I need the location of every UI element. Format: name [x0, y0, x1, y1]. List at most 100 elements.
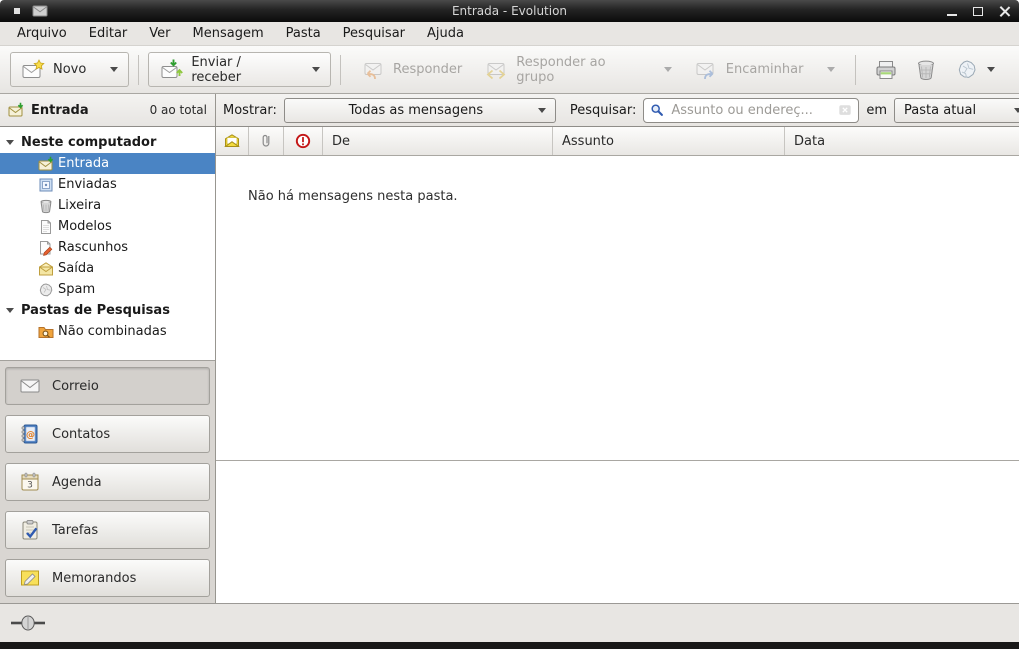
send-receive-button[interactable]: Enviar / receber [148, 52, 331, 87]
sidebar-item-rascunhos[interactable]: Rascunhos [0, 237, 215, 258]
print-icon [874, 58, 898, 82]
bottom-strip [0, 642, 1019, 649]
scope-conjunction-label: em [866, 103, 887, 118]
column-read-status[interactable] [216, 127, 249, 155]
search-input[interactable] [669, 102, 833, 119]
sidebar-item-label: Lixeira [58, 198, 101, 213]
send-receive-dropdown-icon[interactable] [312, 67, 320, 72]
junk-button[interactable] [949, 52, 984, 87]
sidebar-item-entrada[interactable]: Entrada [0, 153, 215, 174]
forward-label: Encaminhar [726, 62, 804, 77]
search-icon[interactable] [650, 103, 664, 117]
preview-pane [216, 461, 1019, 603]
attachment-icon [258, 133, 274, 149]
show-filter-value: Todas as mensagens [294, 103, 538, 118]
sidebar-item-saida[interactable]: Saída [0, 258, 215, 279]
sidebar-item-label: Saída [58, 261, 94, 276]
send-receive-label: Enviar / receber [191, 55, 288, 85]
search-scope-value: Pasta atual [904, 103, 1014, 118]
new-button-label: Novo [53, 62, 86, 77]
priority-icon [295, 133, 311, 149]
statusbar [0, 603, 1019, 642]
new-dropdown-icon[interactable] [110, 67, 118, 72]
switcher-tarefas-button[interactable]: Tarefas [5, 511, 210, 549]
forward-button[interactable]: Encaminhar [683, 52, 847, 87]
new-mail-icon [21, 58, 45, 82]
tasks-icon [19, 519, 41, 541]
tree-group-this-computer[interactable]: Neste computador [0, 132, 215, 153]
maximize-button[interactable] [971, 4, 985, 18]
sidebar-item-label: Entrada [58, 156, 109, 171]
message-list-header: De Assunto Data [216, 127, 1019, 156]
menu-pesquisar[interactable]: Pesquisar [332, 24, 416, 43]
reply-group-dropdown-icon[interactable] [664, 67, 672, 72]
sidebar-item-label: Não combinadas [58, 324, 167, 339]
new-button[interactable]: Novo [10, 52, 129, 87]
message-list-body[interactable]: Não há mensagens nesta pasta. [216, 156, 1019, 460]
window-menu-dot[interactable] [14, 8, 20, 14]
tree-group-label: Neste computador [21, 135, 156, 150]
svg-text:3: 3 [27, 481, 33, 491]
switcher-label: Agenda [52, 475, 102, 490]
column-subject[interactable]: Assunto [553, 127, 785, 155]
chevron-down-icon [1014, 108, 1019, 113]
templates-icon [38, 219, 54, 235]
current-folder-header: Entrada 0 ao total [0, 94, 216, 126]
sidebar-item-label: Spam [58, 282, 95, 297]
column-priority[interactable] [284, 127, 323, 155]
expander-icon[interactable] [6, 308, 14, 313]
tree-group-label: Pastas de Pesquisas [21, 303, 170, 318]
sidebar-item-lixeira[interactable]: Lixeira [0, 195, 215, 216]
switcher-memorandos-button[interactable]: Memorandos [5, 559, 210, 597]
memos-icon [19, 567, 41, 589]
contacts-icon: @ [19, 423, 41, 445]
empty-folder-message: Não há mensagens nesta pasta. [216, 156, 1019, 204]
sidebar-item-modelos[interactable]: Modelos [0, 216, 215, 237]
message-list-pane: De Assunto Data Não há mensagens nesta p… [216, 127, 1019, 603]
menu-pasta[interactable]: Pasta [275, 24, 332, 43]
column-attachment[interactable] [249, 127, 284, 155]
mail-icon [19, 375, 41, 397]
tree-group-search-folders[interactable]: Pastas de Pesquisas [0, 300, 215, 321]
forward-dropdown-icon[interactable] [827, 67, 835, 72]
switcher-agenda-button[interactable]: 3 Agenda [5, 463, 210, 501]
toolbar-overflow-button[interactable] [987, 67, 995, 72]
delete-button[interactable] [909, 52, 944, 87]
column-date[interactable]: Data [785, 127, 1019, 155]
sidebar-item-label: Modelos [58, 219, 112, 234]
show-label: Mostrar: [223, 103, 277, 118]
current-folder-name: Entrada [31, 103, 89, 118]
main-area: Neste computador Entrada Enviadas Lixeir… [0, 127, 1019, 603]
search-scope-dropdown[interactable]: Pasta atual [894, 98, 1019, 123]
switcher-contatos-button[interactable]: @ Contatos [5, 415, 210, 453]
expander-icon[interactable] [6, 140, 14, 145]
menu-ajuda[interactable]: Ajuda [416, 24, 475, 43]
search-folder-icon [38, 324, 54, 340]
column-from[interactable]: De [323, 127, 553, 155]
close-button[interactable] [997, 4, 1011, 18]
clear-search-icon[interactable] [838, 103, 852, 117]
sidebar-item-spam[interactable]: Spam [0, 279, 215, 300]
menu-ver[interactable]: Ver [138, 24, 181, 43]
reply-group-button[interactable]: Responder ao grupo [473, 52, 683, 87]
sidebar-item-nao-combinadas[interactable]: Não combinadas [0, 321, 215, 342]
online-status-icon[interactable] [10, 615, 46, 631]
spam-icon [38, 282, 54, 298]
menu-arquivo[interactable]: Arquivo [6, 24, 78, 43]
overflow-caret-icon [987, 67, 995, 72]
switcher-label: Memorandos [52, 571, 136, 586]
menu-mensagem[interactable]: Mensagem [182, 24, 275, 43]
sidebar-item-enviadas[interactable]: Enviadas [0, 174, 215, 195]
junk-icon [955, 58, 979, 82]
print-button[interactable] [868, 52, 903, 87]
show-filter-dropdown[interactable]: Todas as mensagens [284, 98, 556, 123]
toolbar-separator [138, 55, 139, 85]
minimize-button[interactable] [945, 4, 959, 18]
svg-text:@: @ [26, 431, 35, 441]
reply-button[interactable]: Responder [350, 52, 473, 87]
menu-editar[interactable]: Editar [78, 24, 139, 43]
toolbar-separator [855, 55, 856, 85]
toolbar: Novo Enviar / receber Responder Responde… [0, 46, 1019, 94]
filterbar: Entrada 0 ao total Mostrar: Todas as men… [0, 94, 1019, 127]
switcher-correio-button[interactable]: Correio [5, 367, 210, 405]
